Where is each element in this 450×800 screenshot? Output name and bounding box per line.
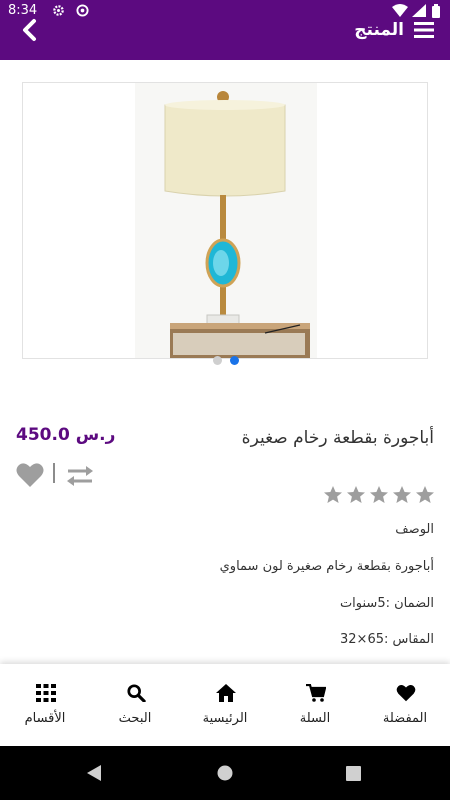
carousel-dot[interactable] — [213, 356, 222, 365]
nav-home-label: الرئيسية — [202, 711, 248, 726]
system-home-icon[interactable] — [217, 765, 233, 781]
star-icon — [370, 486, 388, 503]
star-icon — [347, 486, 365, 503]
heart-icon — [396, 684, 416, 702]
nav-search-label: البحث — [118, 711, 152, 726]
nav-categories-label: الأقسام — [24, 711, 66, 726]
star-icon — [324, 486, 342, 503]
nav-favorites-label: المفضلة — [382, 711, 428, 726]
wifi-icon — [392, 4, 408, 17]
status-time: 8:34 — [8, 3, 38, 18]
product-price: 450.0 ر.س — [16, 425, 116, 445]
star-icon — [416, 486, 434, 503]
data-saver-icon — [76, 4, 89, 17]
nav-search[interactable]: البحث — [90, 664, 180, 746]
carousel-indicator — [0, 356, 450, 366]
battery-icon — [432, 4, 440, 18]
rating-stars — [324, 486, 434, 503]
home-icon — [216, 684, 236, 702]
compare-arrows-icon[interactable] — [66, 464, 94, 488]
nav-cart[interactable]: السلة — [270, 664, 360, 746]
product-name: أباجورة بقطعة رخام صغيرة — [241, 428, 434, 448]
cart-icon — [306, 684, 326, 702]
status-bar: 8:34 — [0, 0, 450, 24]
product-actions — [16, 460, 106, 490]
system-recents-icon[interactable] — [346, 766, 361, 781]
star-icon — [393, 486, 411, 503]
size-text: المقاس :65×32 — [339, 632, 434, 647]
product-image-carousel[interactable] — [22, 82, 428, 359]
system-nav-bar — [0, 746, 450, 800]
divider — [53, 463, 55, 483]
description-label: الوصف — [395, 522, 434, 537]
system-back-icon[interactable] — [86, 765, 102, 781]
bottom-nav: المفضلة السلة الرئيسية البحث الأقسام — [0, 664, 450, 746]
grid-icon — [36, 684, 56, 702]
favorite-heart-icon[interactable] — [16, 462, 44, 488]
nav-categories[interactable]: الأقسام — [0, 664, 90, 746]
carousel-dot-active[interactable] — [230, 356, 239, 365]
search-icon — [127, 684, 146, 702]
settings-status-icon — [53, 5, 64, 16]
signal-icon — [412, 4, 426, 17]
nav-cart-label: السلة — [299, 711, 331, 726]
product-image — [135, 83, 317, 358]
description-text: أباجورة بقطعة رخام صغيرة لون سماوي — [219, 559, 434, 574]
nav-favorites[interactable]: المفضلة — [360, 664, 450, 746]
nav-home[interactable]: الرئيسية — [180, 664, 270, 746]
warranty-text: الضمان :5سنوات — [339, 596, 434, 611]
